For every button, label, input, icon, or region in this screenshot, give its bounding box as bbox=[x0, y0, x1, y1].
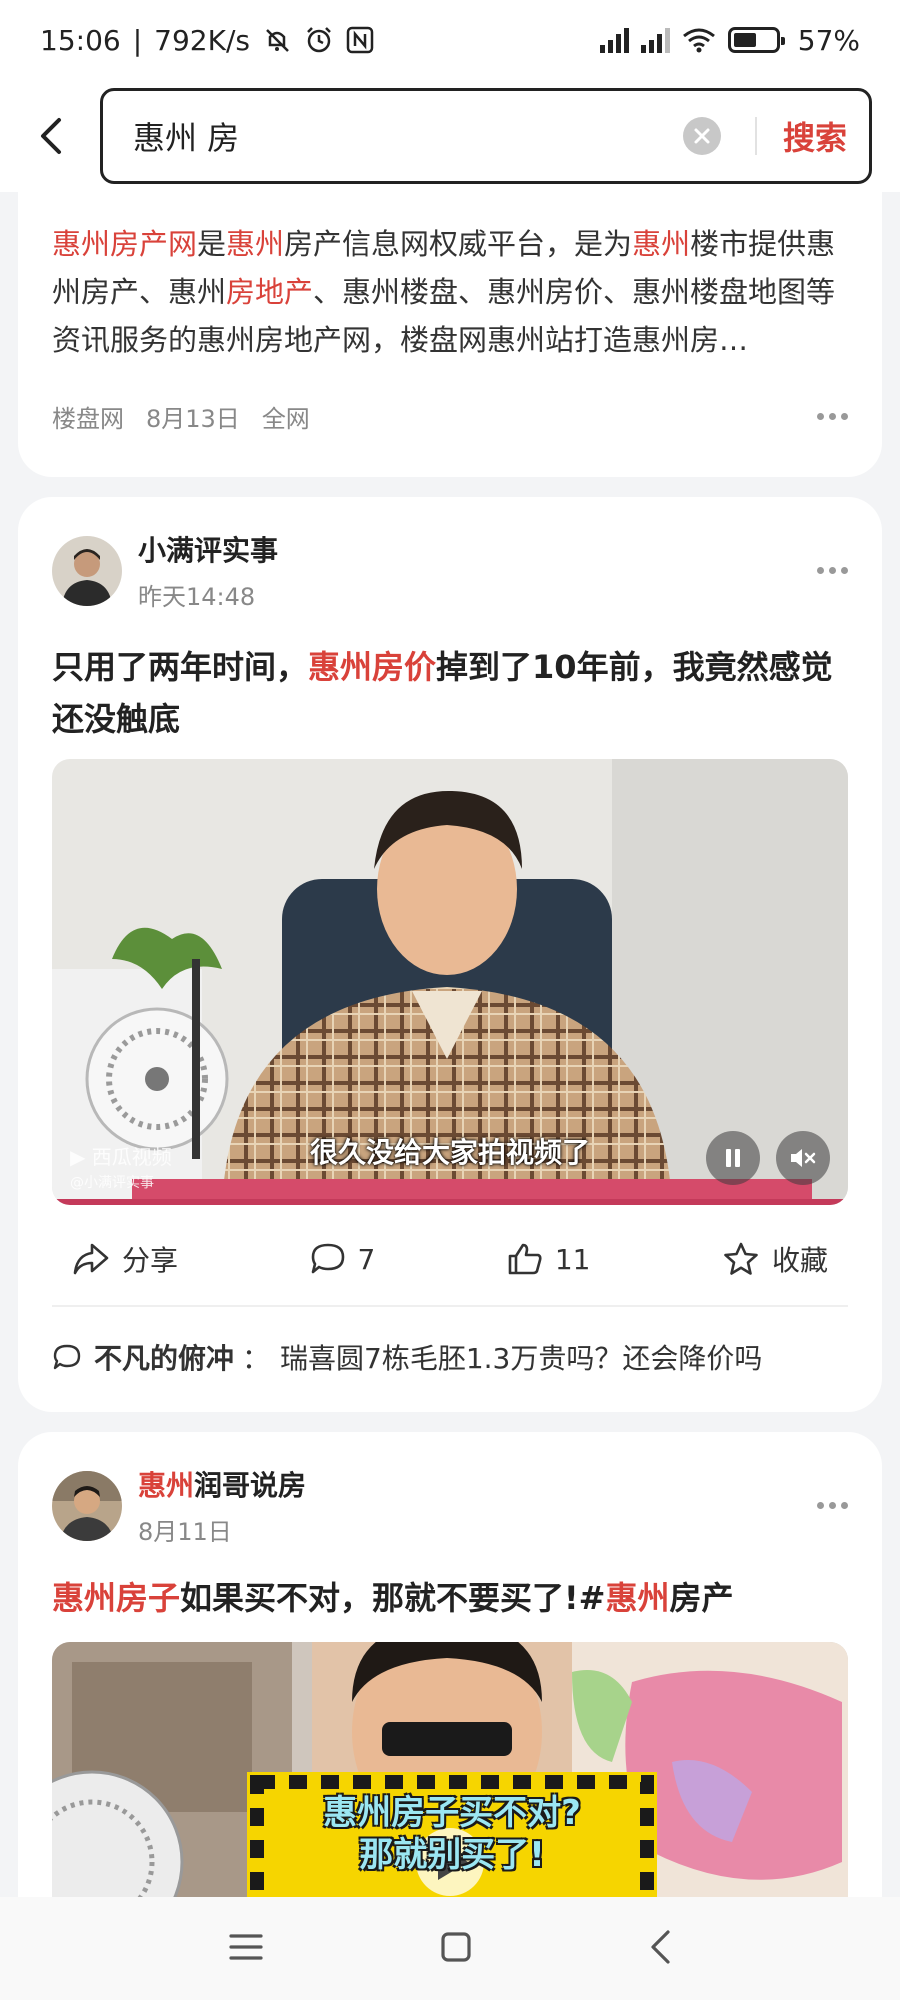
back-button[interactable] bbox=[22, 106, 82, 166]
author-name[interactable]: 小满评实事 bbox=[138, 529, 278, 569]
like-button[interactable]: 11 bbox=[507, 1239, 591, 1279]
snippet-text: 房产信息网权威平台，是为 bbox=[284, 227, 633, 261]
signal-hd-1-icon bbox=[599, 27, 629, 53]
home-button[interactable] bbox=[440, 1931, 472, 1967]
comment-button[interactable]: 7 bbox=[310, 1239, 376, 1279]
title-text: 只用了两年时间， bbox=[52, 648, 309, 686]
back-arrow-icon bbox=[41, 118, 61, 154]
thumbs-up-icon bbox=[508, 1243, 542, 1275]
battery-icon bbox=[727, 27, 785, 53]
result-snippet: 惠州房产网是惠州房产信息网权威平台，是为惠州楼市提供惠州房产、惠州房地产、惠州楼… bbox=[18, 220, 882, 364]
result-meta: 楼盘网 8月13日 全网 bbox=[18, 399, 882, 434]
title-text: 如果买不对，那就不要买了!# bbox=[180, 1579, 606, 1617]
status-right: 57% bbox=[599, 23, 860, 57]
comment-icon bbox=[311, 1243, 344, 1274]
more-icon[interactable] bbox=[817, 1502, 848, 1509]
mute-icon bbox=[266, 29, 289, 52]
status-bar: 15:06 | 792K/s 57% bbox=[0, 0, 900, 80]
author-row: 小满评实事 昨天14:48 bbox=[18, 529, 882, 612]
result-date: 8月13日 bbox=[146, 405, 240, 433]
back-triangle-icon bbox=[651, 1929, 670, 1964]
post-card-video-2[interactable]: 惠州润哥说房 8月11日 惠州房子如果买不对，那就不要买了!#惠州房产 惠州房子… bbox=[18, 1432, 882, 1897]
clear-icon[interactable] bbox=[682, 117, 721, 155]
volume-muted-icon bbox=[791, 1149, 816, 1167]
title-text: 房产 bbox=[669, 1579, 734, 1617]
comment-count: 7 bbox=[357, 1242, 376, 1276]
author-info: 惠州润哥说房 8月11日 bbox=[138, 1464, 306, 1547]
video-player[interactable]: 惠州房子买不对? 那就别买了! bbox=[52, 1642, 848, 1897]
avatar[interactable] bbox=[52, 535, 122, 606]
search-divider bbox=[754, 117, 757, 155]
status-divider: | bbox=[132, 23, 143, 57]
snippet-hl: 惠州 bbox=[632, 227, 691, 261]
post-time: 8月11日 bbox=[138, 1518, 232, 1546]
wifi-icon bbox=[682, 28, 715, 53]
search-box: 搜索 bbox=[100, 88, 872, 184]
mute-button[interactable] bbox=[776, 1131, 830, 1185]
comment-colon: ： bbox=[242, 1342, 271, 1375]
comment-text: 瑞喜圆7栋毛胚1.3万贵吗？还会降价吗 bbox=[280, 1342, 763, 1375]
snippet-hl: 惠州 bbox=[226, 227, 285, 261]
title-hl: 惠州房子 bbox=[52, 1579, 181, 1617]
favorite-label: 收藏 bbox=[771, 1244, 828, 1277]
author-name-rest: 润哥说房 bbox=[194, 1469, 307, 1502]
post-title[interactable]: 惠州房子如果买不对，那就不要买了!#惠州房产 bbox=[18, 1572, 882, 1624]
status-time: 15:06 bbox=[40, 23, 121, 57]
signal-hd-2-icon bbox=[640, 27, 670, 53]
share-button[interactable]: 分享 bbox=[72, 1239, 178, 1279]
watermark-user: @小满评实事 bbox=[70, 1175, 154, 1191]
author-row: 惠州润哥说房 8月11日 bbox=[18, 1464, 882, 1547]
nav-back-button[interactable] bbox=[648, 1929, 672, 1969]
favorite-button[interactable]: 收藏 bbox=[722, 1239, 828, 1279]
share-label: 分享 bbox=[122, 1244, 179, 1277]
divider bbox=[52, 1305, 848, 1307]
home-square-icon bbox=[441, 1931, 471, 1962]
title-hl: 惠州房价 bbox=[308, 648, 437, 686]
menu-button[interactable] bbox=[228, 1932, 264, 1966]
results-feed: 惠州房产网是惠州房产信息网权威平台，是为惠州楼市提供惠州房产、惠州房地产、惠州楼… bbox=[0, 192, 900, 1897]
pause-button[interactable] bbox=[706, 1131, 760, 1185]
video-overlay-text: 惠州房子买不对? 那就别买了! bbox=[247, 1792, 657, 1876]
alarm-icon bbox=[307, 27, 331, 53]
network-speed: 792K/s bbox=[154, 23, 250, 57]
post-card-video-1[interactable]: 小满评实事 昨天14:48 只用了两年时间，惠州房价掉到了10年前，我竟然感觉还… bbox=[18, 497, 882, 1412]
action-bar: 分享 7 11 收藏 bbox=[18, 1239, 882, 1279]
snippet-text: 是 bbox=[197, 227, 227, 261]
post-title[interactable]: 只用了两年时间，惠州房价掉到了10年前，我竟然感觉还没触底 bbox=[18, 641, 882, 745]
system-nav-bar bbox=[0, 1897, 900, 2000]
comment-bubble-icon bbox=[53, 1344, 81, 1370]
star-icon bbox=[724, 1242, 758, 1275]
more-icon[interactable] bbox=[817, 413, 848, 420]
video-player[interactable]: ▶ 西瓜视频 @小满评实事 很久没给大家拍视频了 bbox=[52, 759, 848, 1205]
author-name[interactable]: 惠州润哥说房 bbox=[138, 1464, 306, 1504]
author-name-hl: 惠州 bbox=[138, 1469, 195, 1502]
result-card-web[interactable]: 惠州房产网是惠州房产信息网权威平台，是为惠州楼市提供惠州房产、惠州房地产、惠州楼… bbox=[18, 192, 882, 477]
overlay-line-2: 那就别买了! bbox=[359, 1835, 545, 1875]
like-count: 11 bbox=[554, 1242, 591, 1276]
comment-user[interactable]: 不凡的俯冲 bbox=[94, 1337, 234, 1377]
snippet-hl: 惠州房产网 bbox=[52, 227, 198, 261]
avatar[interactable] bbox=[52, 1470, 122, 1541]
share-icon bbox=[73, 1243, 109, 1275]
title-hl: 惠州 bbox=[605, 1579, 670, 1617]
result-scope: 全网 bbox=[261, 405, 310, 433]
snippet-hl: 房地产 bbox=[226, 275, 314, 309]
pause-icon bbox=[726, 1149, 740, 1167]
status-left: 15:06 | 792K/s bbox=[40, 24, 374, 57]
overlay-line-1: 惠州房子买不对? bbox=[323, 1793, 581, 1833]
post-time: 昨天14:48 bbox=[138, 583, 256, 611]
search-input[interactable] bbox=[133, 117, 683, 155]
top-comment[interactable]: 不凡的俯冲 ： 瑞喜圆7栋毛胚1.3万贵吗？还会降价吗 bbox=[18, 1337, 882, 1377]
search-header: 搜索 bbox=[0, 80, 900, 192]
search-button[interactable]: 搜索 bbox=[783, 113, 847, 159]
result-source: 楼盘网 bbox=[52, 405, 124, 433]
nfc-icon bbox=[346, 26, 374, 54]
more-icon[interactable] bbox=[817, 567, 848, 574]
battery-percent: 57% bbox=[797, 23, 860, 57]
author-info: 小满评实事 昨天14:48 bbox=[138, 529, 278, 612]
menu-icon bbox=[229, 1933, 263, 1960]
